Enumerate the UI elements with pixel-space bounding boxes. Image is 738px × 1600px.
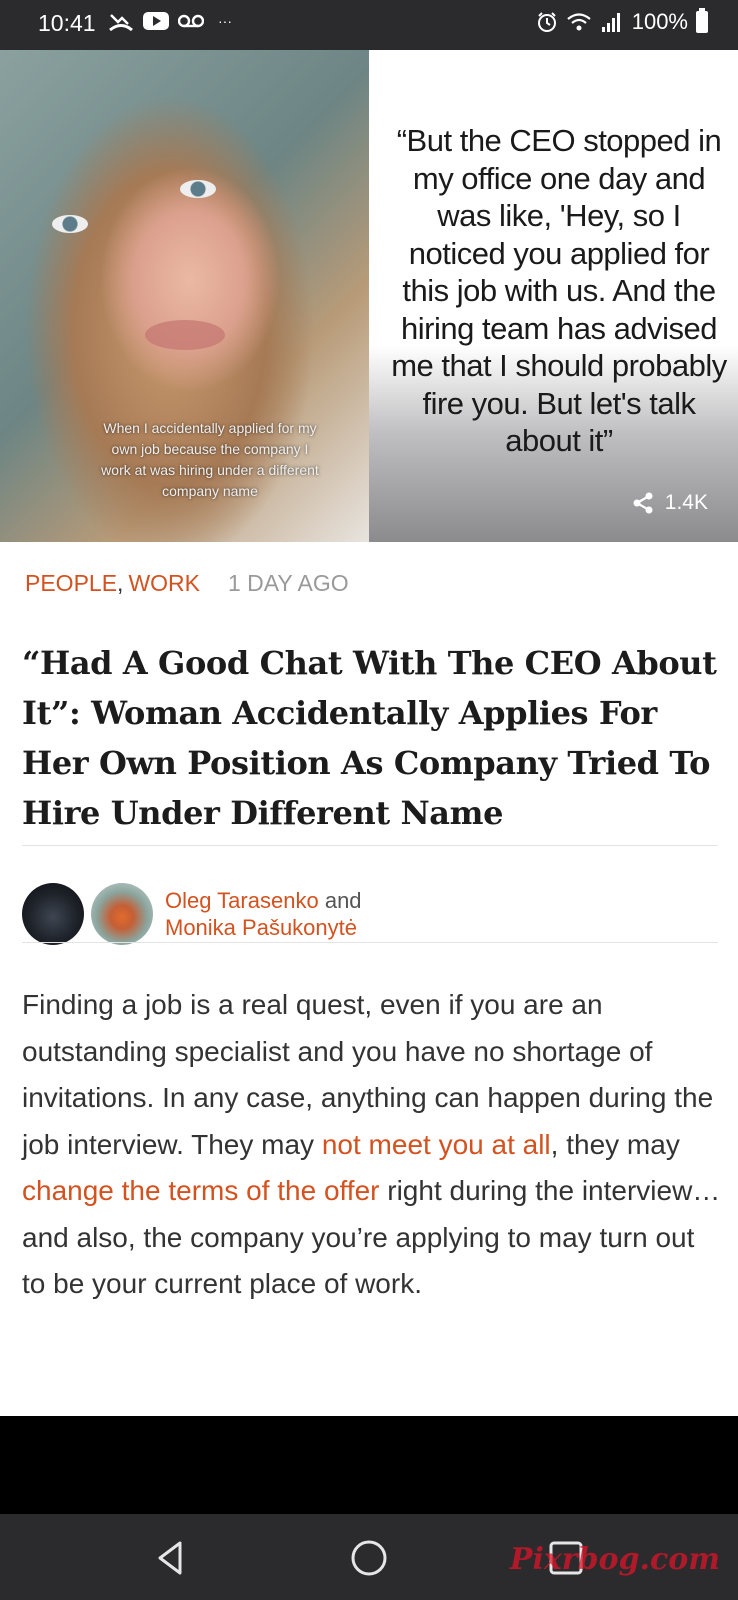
share-count: 1.4K xyxy=(664,491,708,514)
author-names: Oleg Tarasenko and Monika Pašukonytė xyxy=(165,887,362,941)
status-right-icons: 100% xyxy=(536,8,708,35)
article: PEOPLE , WORK 1 DAY AGO “Had A Good Chat… xyxy=(0,542,738,1416)
paragraph-text: , they may xyxy=(550,1128,680,1160)
author-link-oleg[interactable]: Oleg Tarasenko xyxy=(165,888,319,913)
watermark: Pixrbog.com xyxy=(509,1542,720,1577)
author-byline: Oleg Tarasenko and Monika Pašukonytė xyxy=(22,882,362,946)
back-icon[interactable] xyxy=(152,1538,192,1578)
photo-lips xyxy=(145,320,225,350)
share-button[interactable]: 1.4K xyxy=(631,491,708,515)
battery-icon xyxy=(696,8,708,33)
share-icon xyxy=(633,492,653,514)
hero-quote: “But the CEO stopped in my office one da… xyxy=(391,123,727,458)
author-avatar[interactable] xyxy=(91,883,153,945)
signal-icon xyxy=(601,13,620,32)
divider xyxy=(22,845,718,846)
author-conjunction: and xyxy=(324,888,362,913)
author-avatar[interactable] xyxy=(22,883,84,945)
article-paragraph: Finding a job is a real quest, even if y… xyxy=(22,982,722,1308)
status-time: 10:41 xyxy=(38,10,96,36)
hero-image[interactable]: When I accidentally applied for my own j… xyxy=(0,50,738,542)
voicemail-icon xyxy=(178,14,204,28)
wifi-icon xyxy=(567,13,591,31)
missed-call-icon xyxy=(109,14,133,32)
photo-eye xyxy=(180,180,216,198)
hero-photo-caption: When I accidentally applied for my own j… xyxy=(101,420,319,499)
photo-eye xyxy=(52,215,88,233)
blank-area xyxy=(0,1416,738,1514)
article-date: 1 DAY AGO xyxy=(228,570,349,596)
category-link-people[interactable]: PEOPLE xyxy=(25,570,117,597)
divider xyxy=(22,942,718,943)
article-meta: PEOPLE , WORK 1 DAY AGO xyxy=(25,570,349,597)
inline-link[interactable]: not meet you at all xyxy=(322,1129,551,1160)
home-icon[interactable] xyxy=(349,1538,389,1578)
alarm-icon xyxy=(537,12,556,32)
inline-link[interactable]: change the terms of the offer xyxy=(22,1175,379,1206)
article-headline: “Had A Good Chat With The CEO About It”:… xyxy=(22,644,717,832)
author-link-monika[interactable]: Monika Pašukonytė xyxy=(165,915,357,940)
youtube-icon xyxy=(143,12,169,30)
more-dots-icon: ··· xyxy=(218,13,232,29)
status-left-icons: ··· xyxy=(108,9,232,33)
battery-percent: 100% xyxy=(631,9,688,34)
status-bar: 10:41 ··· 100% xyxy=(0,0,738,50)
category-link-work[interactable]: WORK xyxy=(128,570,200,597)
category-separator: , xyxy=(117,570,124,596)
